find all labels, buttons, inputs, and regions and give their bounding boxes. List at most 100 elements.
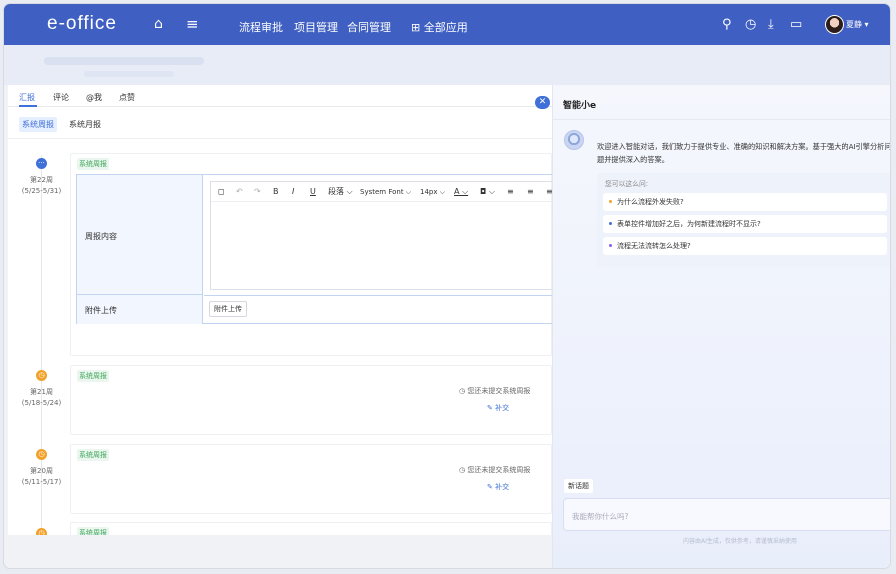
app-logo[interactable]: e-office (47, 13, 117, 35)
blurred-content (44, 57, 204, 65)
subtab-monthly[interactable]: 系统月报 (66, 117, 104, 132)
tab-report[interactable]: 汇报 (19, 92, 35, 103)
report-tag: 系统周报 (77, 527, 109, 535)
align-center-icon[interactable]: ≡ (527, 187, 534, 197)
tab-comment[interactable]: 评论 (53, 92, 69, 103)
edit-icon: ✎ (487, 483, 493, 491)
bullet-icon (609, 200, 612, 203)
user-avatar[interactable] (825, 15, 844, 34)
clock-icon: ◷ (459, 466, 466, 474)
new-topic-button[interactable]: 新话题 (564, 479, 593, 493)
close-icon[interactable]: ✕ (535, 96, 550, 109)
week-range: (5/11-5/17) (21, 478, 62, 486)
chevron-down-icon: ▾ (864, 20, 869, 29)
report-panel: 汇报 评论 @我 点赞 系统周报 系统月报 ··· 第22周 (5/25-5/3… (8, 85, 552, 535)
week-range: (5/25-5/31) (21, 187, 62, 195)
week-range: (5/18-5/24) (21, 399, 62, 407)
home-icon[interactable]: ⌂ (154, 16, 163, 32)
editor-toolbar: ◻ ↶ ↷ B I U 段落 ⌵ System Font ⌵ 14px ⌵ A … (211, 182, 552, 202)
suggestion-text: 流程无法流转怎么处理? (617, 242, 691, 250)
week-label: 第22周 (30, 176, 53, 184)
font-select[interactable]: System Font ⌵ (360, 187, 411, 197)
bold-button[interactable]: B (273, 187, 279, 197)
subtab-weekly[interactable]: 系统周报 (19, 117, 57, 132)
user-menu[interactable]: 夏静 ▾ (846, 19, 869, 30)
resubmit-label: 补交 (495, 483, 510, 491)
ai-disclaimer: 内容由AI生成，仅供参考，请谨慎采纳使用 (683, 538, 797, 545)
ai-panel-title: 智能小e (563, 101, 597, 111)
report-tabs: 汇报 评论 @我 点赞 (8, 85, 552, 107)
resubmit-link[interactable]: ✎ 补交 (487, 403, 509, 413)
report-type-tabs: 系统周报 系统月报 (8, 107, 552, 139)
font-color-button[interactable]: A ⌵ (454, 187, 468, 197)
resubmit-label: 补交 (495, 404, 510, 412)
not-submitted-status: ◷ 您还未提交系统周报 (459, 386, 530, 396)
upload-cell: 附件上传 (204, 295, 552, 324)
italic-button[interactable]: I (292, 187, 294, 197)
report-tag: 系统周报 (77, 158, 109, 170)
ai-assistant-panel: 智能小e 欢迎进入智能对话，我们致力于提供专业、准确的知识和解决方案。基于强大的… (552, 85, 891, 568)
clock-icon: ◷ (36, 370, 47, 381)
nav-process-approval[interactable]: 流程审批 (239, 19, 283, 35)
document-icon[interactable]: ▭ (790, 17, 802, 32)
more-icon: ··· (36, 158, 47, 169)
clock-icon: ◷ (459, 387, 466, 395)
suggestion-item[interactable]: 流程无法流转怎么处理? (603, 237, 887, 255)
nav-all-apps-label: 全部应用 (423, 21, 468, 34)
clock-icon[interactable]: ◷ (745, 17, 756, 32)
font-size-select[interactable]: 14px ⌵ (420, 187, 445, 197)
bullet-icon (609, 244, 612, 247)
upload-label: 附件上传 (85, 306, 117, 315)
suggestion-item[interactable]: 为什么流程外发失败? (603, 193, 887, 211)
tab-like[interactable]: 点赞 (119, 92, 135, 103)
nav-project-management[interactable]: 项目管理 (294, 19, 338, 35)
grid-icon: ⊞ (411, 21, 421, 34)
download-icon[interactable]: ⤓ (768, 17, 774, 32)
not-submitted-text: 您还未提交系统周报 (467, 466, 531, 474)
report-tag: 系统周报 (77, 449, 109, 461)
ai-chat-input[interactable]: 我能帮你什么吗? (563, 498, 890, 531)
weekly-report-card: 系统周报 (70, 522, 552, 535)
menu-icon[interactable]: ≡ (186, 16, 199, 32)
clock-icon: ◷ (36, 528, 47, 535)
rich-text-editor[interactable]: ◻ ↶ ↷ B I U 段落 ⌵ System Font ⌵ 14px ⌵ A … (210, 181, 552, 290)
weekly-report-card: 系统周报 ◷ 您还未提交系统周报 ✎ 补交 (70, 365, 552, 435)
underline-button[interactable]: U (310, 187, 316, 197)
suggestion-text: 为什么流程外发失败? (617, 198, 684, 206)
suggestion-box: 您可以这么问: 为什么流程外发失败? 表单控件增加好之后，为何新建流程时不显示?… (597, 173, 890, 267)
divider (553, 119, 890, 120)
report-tag: 系统周报 (77, 370, 109, 382)
suggestion-item[interactable]: 表单控件增加好之后，为何新建流程时不显示? (603, 215, 887, 233)
upload-label-cell: 附件上传 (77, 295, 203, 324)
nav-contract-management[interactable]: 合同管理 (347, 19, 391, 35)
search-icon[interactable]: ⚲ (722, 17, 732, 32)
week-label: 第21周 (30, 388, 53, 396)
not-submitted-text: 您还未提交系统周报 (467, 387, 531, 395)
weekly-report-card: 系统周报 周报内容 ◻ ↶ ↷ B I U 段落 ⌵ System Font ⌵ (70, 153, 552, 356)
app-window: e-office ⌂ ≡ 流程审批 项目管理 合同管理 ⊞ 全部应用 ⚲ ◷ ⤓… (3, 3, 891, 569)
user-name: 夏静 (846, 20, 862, 29)
highlight-button[interactable]: ◘ ⌵ (480, 187, 495, 197)
bullet-icon (609, 222, 612, 225)
align-left-icon[interactable]: ≡ (507, 187, 514, 197)
paragraph-select[interactable]: 段落 ⌵ (328, 187, 353, 197)
clear-format-icon[interactable]: ◻ (218, 187, 225, 197)
nav-all-apps[interactable]: ⊞ 全部应用 (411, 19, 468, 35)
suggestion-text: 表单控件增加好之后，为何新建流程时不显示? (617, 220, 761, 228)
bot-avatar (564, 130, 584, 150)
suggestion-hint: 您可以这么问: (605, 180, 649, 188)
redo-icon[interactable]: ↷ (254, 187, 261, 197)
undo-icon[interactable]: ↶ (236, 187, 243, 197)
blurred-content (84, 71, 174, 77)
content-label: 周报内容 (85, 232, 117, 241)
week-label: 第20周 (30, 467, 53, 475)
breadcrumb-band (4, 45, 890, 85)
not-submitted-status: ◷ 您还未提交系统周报 (459, 465, 530, 475)
upload-button[interactable]: 附件上传 (209, 301, 247, 317)
weekly-report-card: 系统周报 ◷ 您还未提交系统周报 ✎ 补交 (70, 444, 552, 514)
edit-icon: ✎ (487, 404, 493, 412)
resubmit-link[interactable]: ✎ 补交 (487, 482, 509, 492)
welcome-message: 欢迎进入智能对话，我们致力于提供专业、准确的知识和解决方案。基于强大的AI引擎分… (597, 142, 891, 164)
tab-mention[interactable]: @我 (86, 92, 102, 103)
clock-icon: ◷ (36, 449, 47, 460)
